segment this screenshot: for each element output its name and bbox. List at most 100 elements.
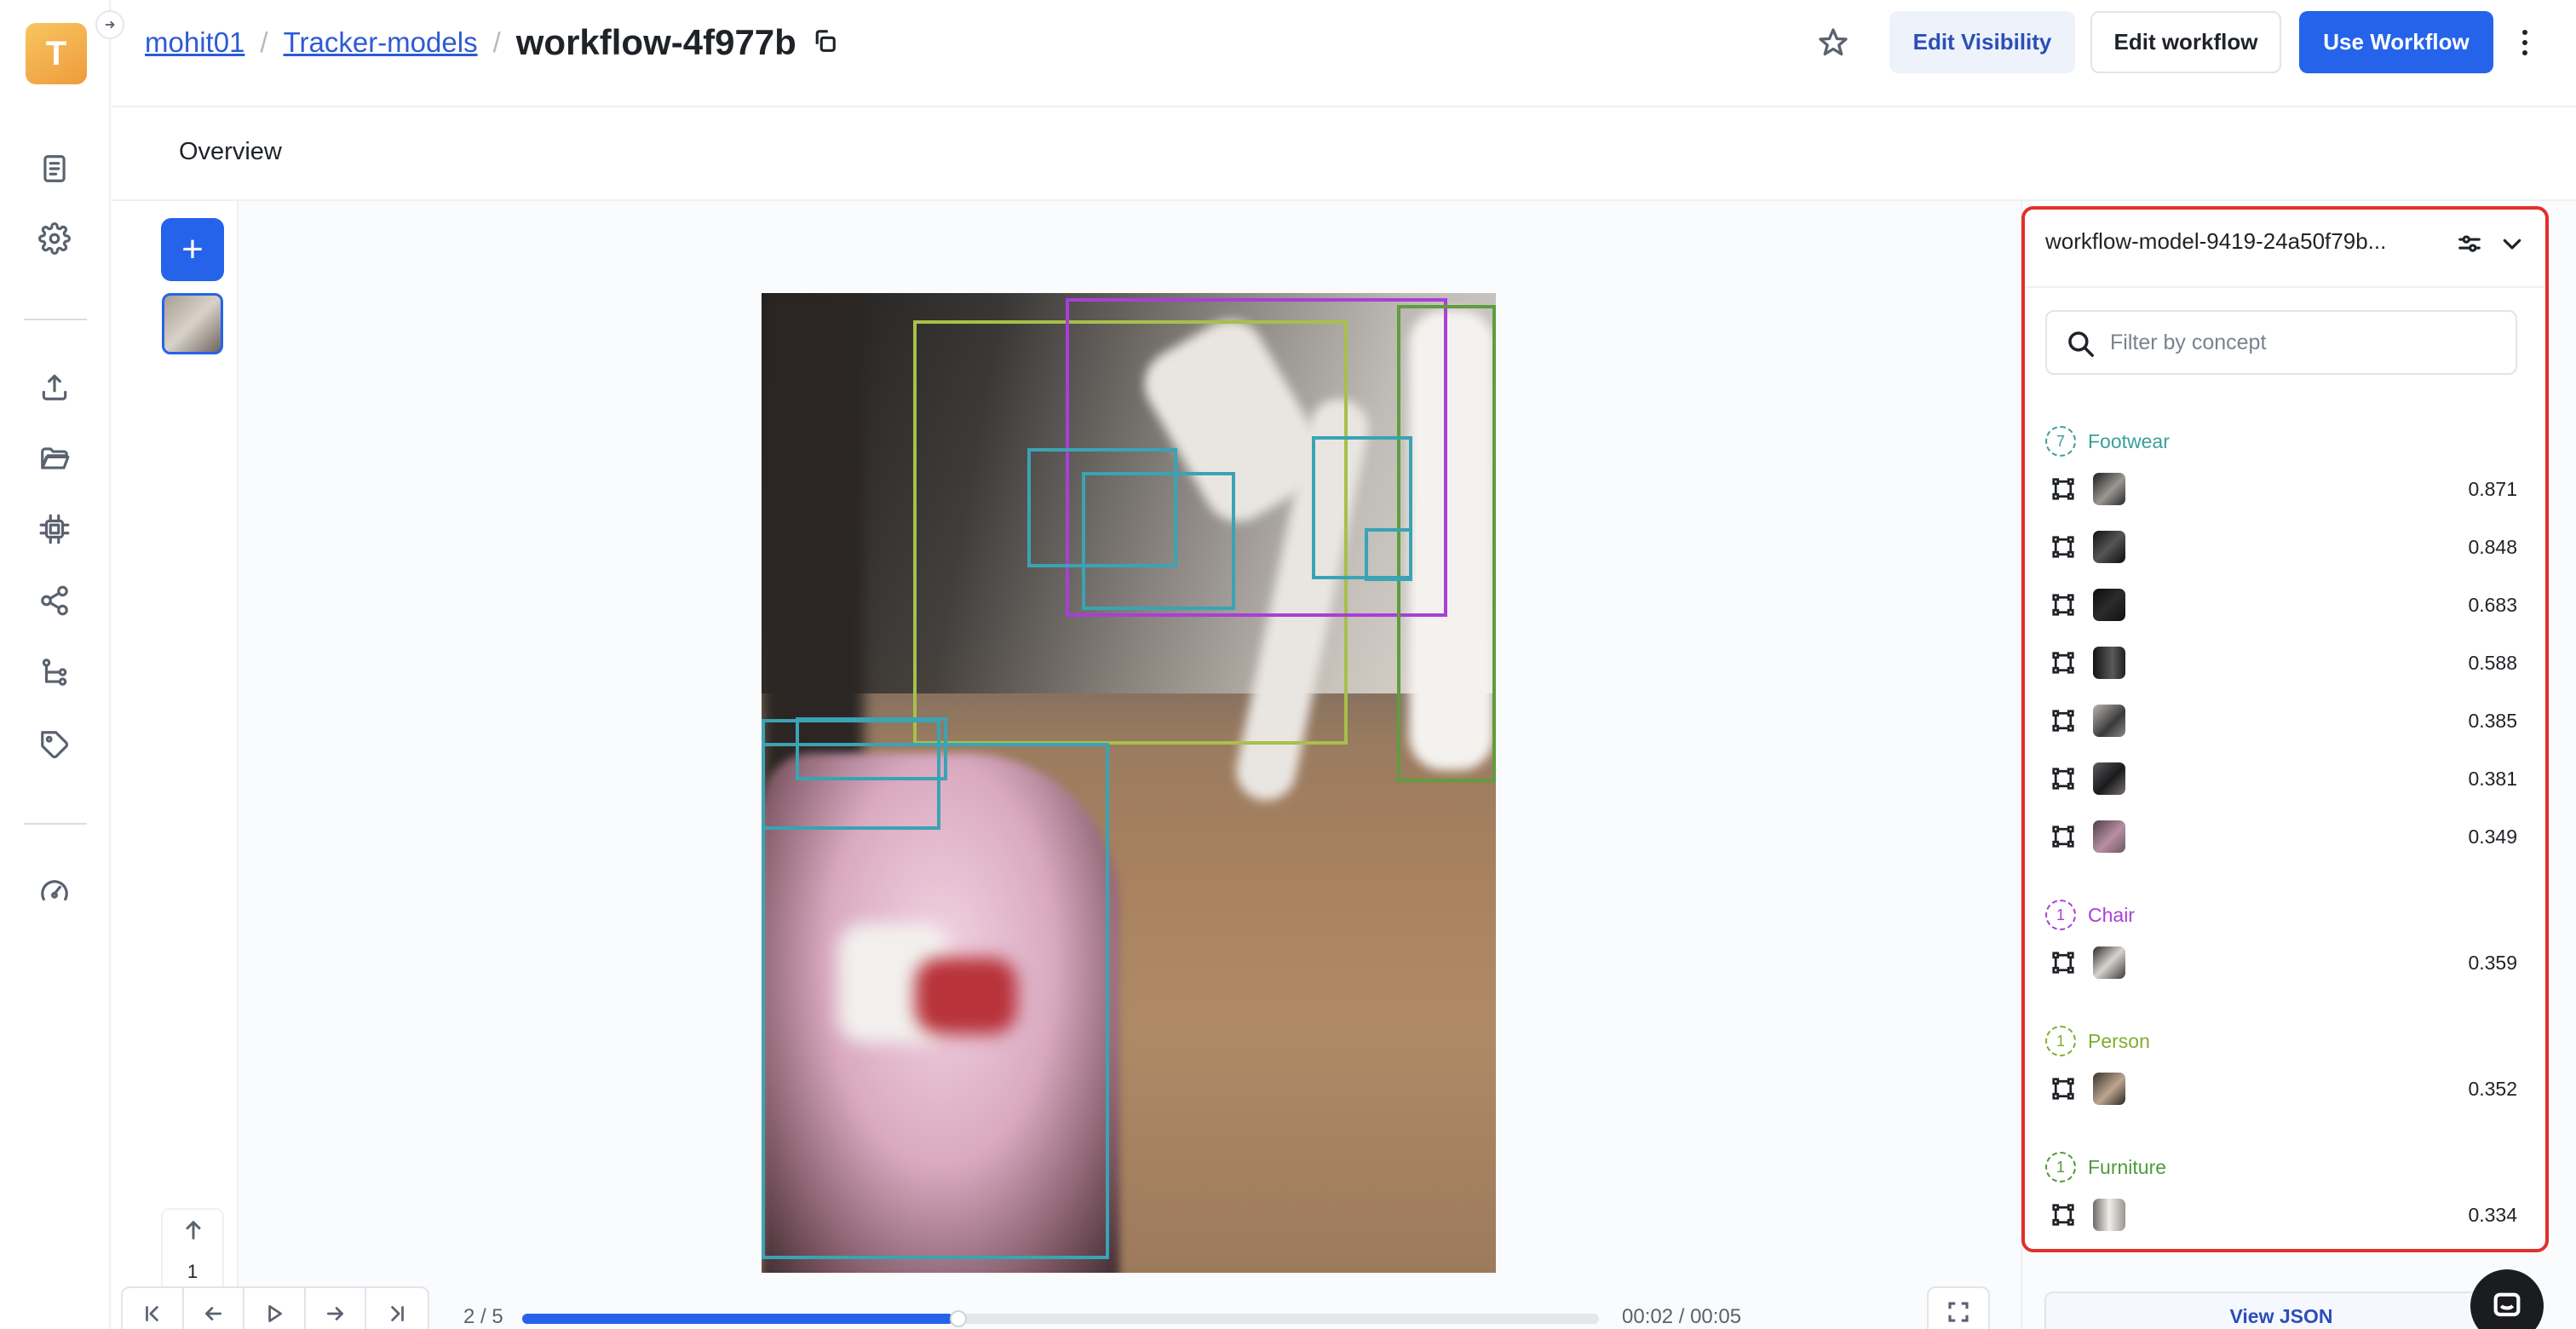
tab-overview[interactable]: Overview [179, 138, 282, 166]
detection-row[interactable]: 0.871 [2045, 460, 2522, 518]
detection-score: 0.871 [2468, 477, 2517, 500]
model-name: workflow-model-9419-24a50f79b... [2045, 228, 2387, 254]
folder-icon[interactable] [34, 438, 75, 479]
fullscreen-button[interactable] [1927, 1286, 1990, 1329]
bounding-box-icon[interactable] [2049, 648, 2078, 677]
model-chip-icon[interactable] [34, 509, 75, 549]
use-workflow-button[interactable]: Use Workflow [2299, 11, 2493, 73]
speedometer-icon[interactable] [34, 871, 75, 912]
detection-row[interactable]: 0.385 [2045, 692, 2522, 750]
app-logo-letter: T [45, 34, 67, 72]
next-frame-button[interactable] [306, 1288, 367, 1329]
bbox-footwear[interactable] [762, 743, 1109, 1259]
arrow-right-icon [326, 1307, 343, 1320]
detection-row[interactable]: 0.683 [2045, 576, 2522, 634]
edit-visibility-button[interactable]: Edit Visibility [1889, 11, 2075, 73]
copy-icon[interactable] [812, 28, 837, 58]
bounding-box-icon[interactable] [2049, 1200, 2078, 1229]
search-icon [2068, 331, 2094, 357]
bounding-box-icon[interactable] [2049, 1074, 2078, 1103]
concept-count-badge: 1 [2045, 900, 2076, 930]
docs-icon[interactable] [34, 148, 75, 189]
upload-icon[interactable] [34, 366, 75, 407]
expand-sidebar-button[interactable] [95, 10, 124, 39]
fullscreen-icon [1948, 1302, 1969, 1322]
concept-group-header[interactable]: 1 Chair [2045, 896, 2522, 934]
concept-group-header[interactable]: 1 Person [2045, 1022, 2522, 1060]
timeline-handle[interactable] [949, 1310, 967, 1327]
timeline-progress [522, 1314, 953, 1324]
bounding-box-icon[interactable] [2049, 475, 2078, 503]
arrow-up-icon[interactable] [181, 1218, 205, 1242]
detection-thumbnail [2093, 589, 2125, 621]
play-button[interactable] [244, 1288, 306, 1329]
bounding-box-icon[interactable] [2049, 706, 2078, 735]
detection-row[interactable]: 0.352 [2045, 1060, 2522, 1118]
bbox-footwear[interactable] [1082, 472, 1235, 610]
breadcrumb: mohit01 / Tracker-models / workflow-4f97… [145, 22, 837, 63]
first-frame-button[interactable] [123, 1288, 184, 1329]
concept-count-badge: 7 [2045, 426, 2076, 457]
app-logo[interactable]: T [26, 23, 87, 84]
concept-name: Person [2088, 1029, 2150, 1052]
more-options-icon[interactable] [2513, 20, 2537, 65]
edit-workflow-button[interactable]: Edit workflow [2090, 11, 2281, 73]
concept-name: Furniture [2088, 1155, 2167, 1178]
bbox-footwear[interactable] [1365, 528, 1412, 581]
breadcrumb-separator: / [492, 26, 501, 58]
concept-group-header[interactable]: 1 Furniture [2045, 1148, 2522, 1186]
chevron-down-icon[interactable] [2495, 227, 2529, 261]
rail-divider [24, 823, 87, 825]
arrow-right-icon [105, 20, 115, 29]
share-nodes-icon[interactable] [34, 580, 75, 621]
detection-score: 0.683 [2468, 593, 2517, 616]
tag-icon[interactable] [34, 724, 75, 765]
detection-score: 0.359 [2468, 951, 2517, 974]
bounding-box-icon[interactable] [2049, 590, 2078, 619]
play-icon [268, 1304, 282, 1323]
page-title: workflow-4f977b [515, 22, 796, 62]
view-json-button[interactable]: View JSON [2044, 1292, 2518, 1329]
prev-frame-button[interactable] [184, 1288, 245, 1329]
detection-score: 0.381 [2468, 767, 2517, 790]
input-thumbnail[interactable] [162, 293, 223, 354]
timeline-scrubber[interactable] [522, 1310, 1599, 1327]
breadcrumb-user-link[interactable]: mohit01 [145, 26, 244, 59]
detection-row[interactable]: 0.381 [2045, 750, 2522, 808]
bounding-box-icon[interactable] [2049, 822, 2078, 851]
settings-gear-icon[interactable] [34, 218, 75, 259]
concept-name: Chair [2088, 903, 2135, 926]
concept-group-person: 1 Person 0.352 [2045, 1022, 2522, 1118]
breadcrumb-separator: / [260, 26, 268, 58]
bounding-box-icon[interactable] [2049, 948, 2078, 977]
playback-controls [121, 1286, 429, 1329]
detection-row[interactable]: 0.848 [2045, 518, 2522, 576]
frame-counter: 2 / 5 [463, 1305, 503, 1328]
detection-thumbnail [2093, 1073, 2125, 1105]
filter-input[interactable] [2110, 325, 2502, 360]
panel-header: workflow-model-9419-24a50f79b... [2025, 210, 2545, 288]
workflow-tree-icon[interactable] [34, 652, 75, 693]
settings-sliders-icon[interactable] [2452, 227, 2487, 261]
bounding-box-icon[interactable] [2049, 764, 2078, 793]
concept-group-furniture: 1 Furniture 0.334 [2045, 1148, 2522, 1244]
left-rail: T [0, 0, 111, 1329]
breadcrumb-app-link[interactable]: Tracker-models [284, 26, 478, 59]
top-header: mohit01 / Tracker-models / workflow-4f97… [111, 0, 2576, 107]
concept-group-header[interactable]: 7 Footwear [2045, 423, 2522, 460]
detection-score: 0.385 [2468, 709, 2517, 732]
star-icon[interactable] [1814, 24, 1852, 61]
detection-row[interactable]: 0.349 [2045, 808, 2522, 866]
video-frame[interactable] [762, 293, 1496, 1273]
concept-filter [2045, 310, 2517, 375]
detection-row[interactable]: 0.588 [2045, 634, 2522, 692]
add-input-button[interactable]: + [161, 218, 224, 281]
last-frame-button[interactable] [366, 1288, 428, 1329]
skip-start-icon [145, 1306, 158, 1321]
concept-name: Footwear [2088, 429, 2170, 452]
inputs-column: + 1 [147, 201, 239, 1329]
rail-divider [24, 319, 87, 320]
detection-row[interactable]: 0.359 [2045, 934, 2522, 992]
detection-row[interactable]: 0.334 [2045, 1186, 2522, 1244]
bounding-box-icon[interactable] [2049, 532, 2078, 561]
